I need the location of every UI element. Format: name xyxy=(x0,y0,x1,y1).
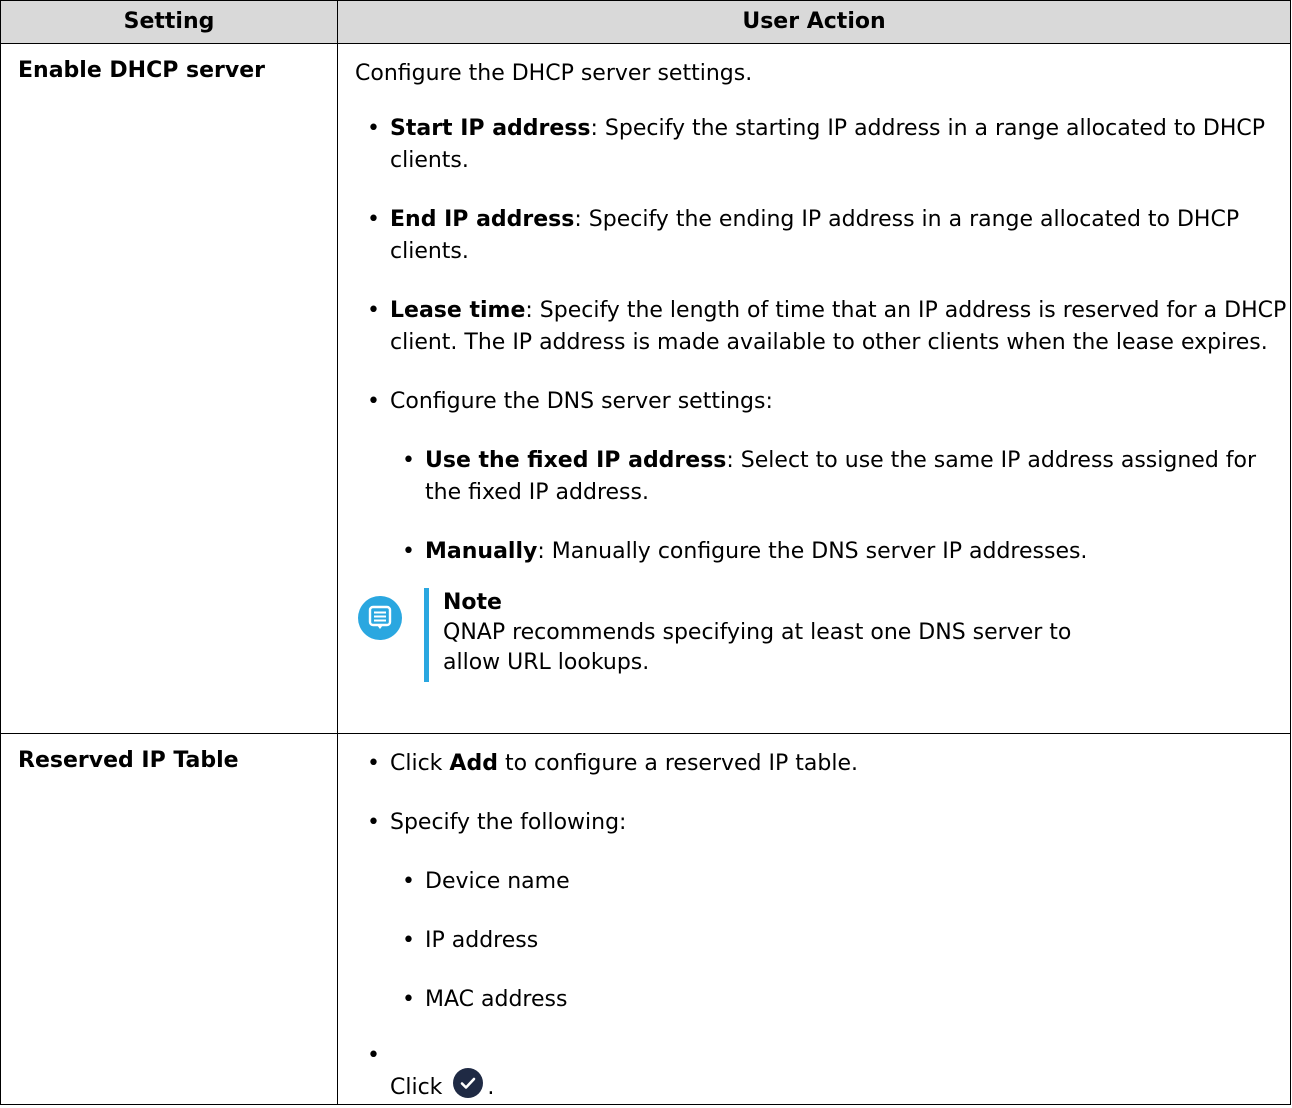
list-item: • Manually: Manually configure the DNS s… xyxy=(390,536,1290,568)
list-item: • End IP address: Specify the ending IP … xyxy=(355,204,1290,268)
note-box: Note QNAP recommends specifying at least… xyxy=(355,588,1290,685)
field-name: MAC address xyxy=(425,987,568,1012)
option-name: Manually xyxy=(425,539,538,564)
bullet: • xyxy=(367,1043,380,1068)
list-item: • Specify the following: • Device name •… xyxy=(355,807,1290,1016)
bullet: • xyxy=(367,298,380,323)
header-setting: Setting xyxy=(0,0,338,44)
table-row: Reserved IP Table • Click Add to configu… xyxy=(0,733,1291,1105)
option-desc: Configure the DNS server settings: xyxy=(390,389,773,414)
step-desc: Specify the following: xyxy=(390,810,627,835)
step-desc: to configure a reserved IP table. xyxy=(497,751,858,776)
table-row: Enable DHCP server Configure the DHCP se… xyxy=(0,43,1291,734)
dns-option-list: • Use the fixed IP address: Select to us… xyxy=(390,445,1290,568)
list-item: • Device name xyxy=(390,866,1290,898)
step-list: • Click Add to configure a reserved IP t… xyxy=(355,748,1290,1016)
note-title: Note xyxy=(443,590,502,615)
table-header-row: Setting User Action xyxy=(0,0,1291,44)
bullet: • xyxy=(367,116,380,141)
list-item: • IP address xyxy=(390,925,1290,957)
setting-reserved-ip-table: Reserved IP Table xyxy=(0,733,338,1105)
list-item: • Use the fixed IP address: Select to us… xyxy=(390,445,1290,509)
option-name: Lease time xyxy=(390,298,526,323)
settings-table: Setting User Action Enable DHCP server C… xyxy=(0,0,1291,1105)
bullet: • xyxy=(367,207,380,232)
setting-enable-dhcp-server: Enable DHCP server xyxy=(0,43,338,734)
field-name: Device name xyxy=(425,869,570,894)
bullet: • xyxy=(402,869,415,894)
checkmark-icon xyxy=(453,1068,484,1098)
list-item: • Start IP address: Specify the starting… xyxy=(355,113,1290,177)
step-prefix: Click xyxy=(390,751,450,776)
intro-text: Configure the DHCP server settings. xyxy=(355,61,753,86)
step-suffix: . xyxy=(487,1075,495,1100)
bullet: • xyxy=(367,810,380,835)
bullet: • xyxy=(402,928,415,953)
note-accent-bar xyxy=(424,588,429,682)
bullet: • xyxy=(402,448,415,473)
note-icon xyxy=(358,596,402,640)
user-action-cell: • Click Add to configure a reserved IP t… xyxy=(337,733,1291,1105)
header-user-action: User Action xyxy=(337,0,1291,44)
step-prefix: Click xyxy=(390,1075,450,1100)
option-name: Start IP address xyxy=(390,116,591,141)
option-list: • Start IP address: Specify the starting… xyxy=(355,113,1290,568)
bullet: • xyxy=(367,751,380,776)
list-item: • Lease time: Specify the length of time… xyxy=(355,295,1290,359)
option-name: End IP address xyxy=(390,207,575,232)
option-desc: : Manually configure the DNS server IP a… xyxy=(537,539,1088,564)
list-item: • Click Add to configure a reserved IP t… xyxy=(355,748,1290,780)
bullet: • xyxy=(402,539,415,564)
list-item: • MAC address xyxy=(390,984,1290,1016)
option-desc: : Specify the length of time that an IP … xyxy=(390,298,1287,355)
list-item: • Click . xyxy=(355,1043,1290,1104)
bullet: • xyxy=(402,987,415,1012)
field-list: • Device name • IP address • MAC address xyxy=(390,866,1290,1016)
add-label: Add xyxy=(449,751,498,776)
bullet: • xyxy=(367,389,380,414)
field-name: IP address xyxy=(425,928,539,953)
list-item: • Configure the DNS server settings: • U… xyxy=(355,386,1290,568)
note-body: QNAP recommends specifying at least one … xyxy=(443,620,1072,675)
option-name: Use the fixed IP address xyxy=(425,448,727,473)
user-action-cell: Configure the DHCP server settings. • St… xyxy=(337,43,1291,734)
